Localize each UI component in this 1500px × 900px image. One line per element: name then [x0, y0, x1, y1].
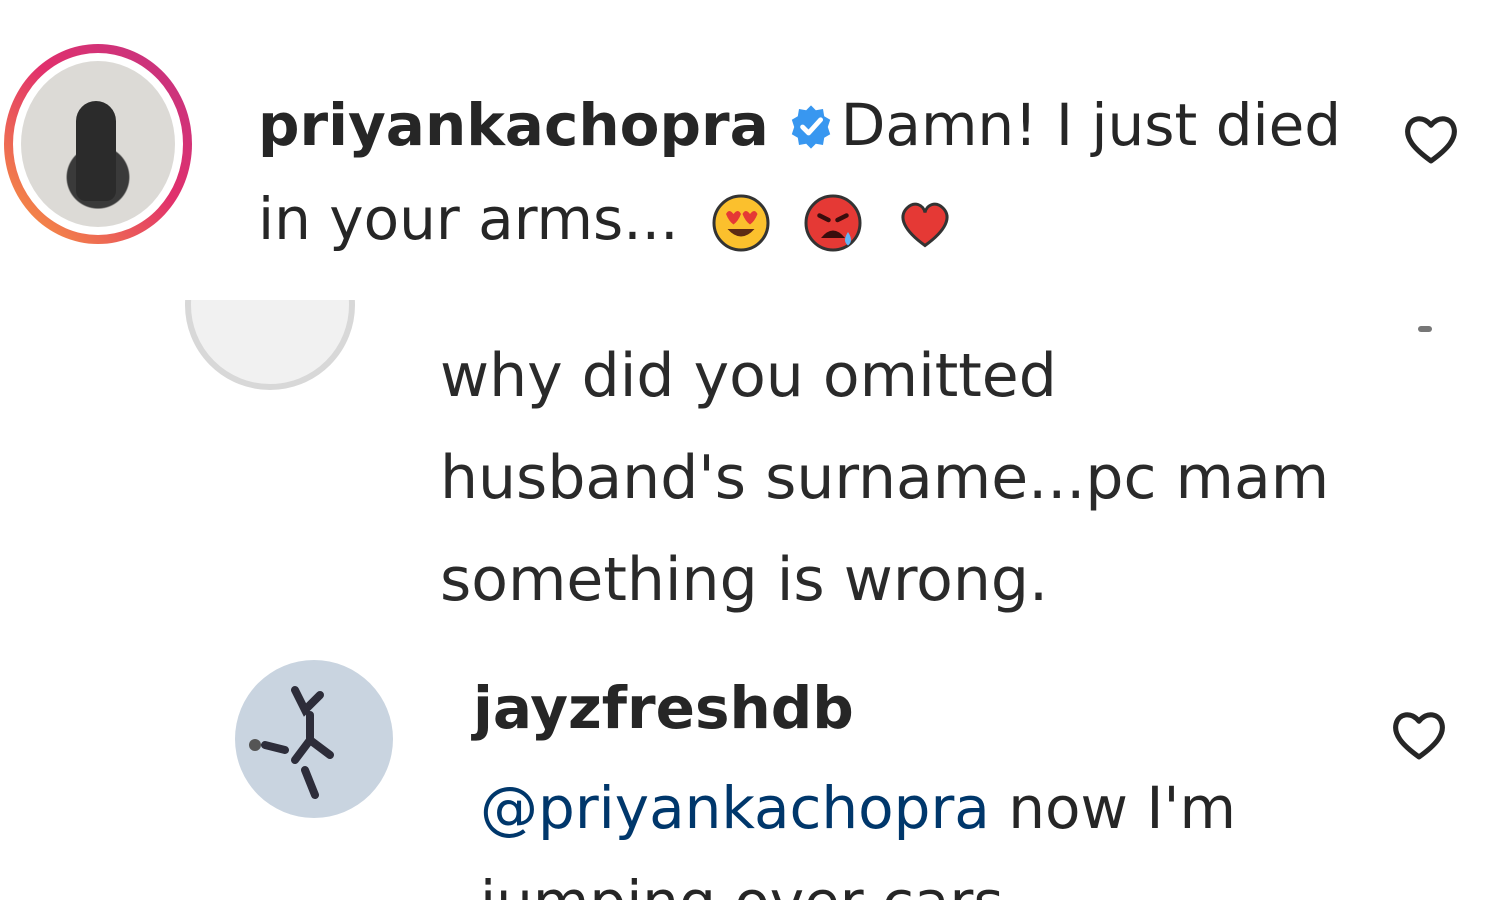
comment-body: priyankachopra Damn! I just died in your… — [258, 78, 1358, 266]
comment-text: why did you omitted husband's surname...… — [440, 341, 1330, 615]
more-options-icon[interactable] — [1418, 326, 1432, 332]
mention-link[interactable]: @priyankachopra — [480, 774, 990, 842]
comment-username[interactable]: jayzfreshdb — [473, 668, 854, 748]
comment-item-1: priyankachopra Damn! I just died in your… — [0, 0, 1500, 270]
heart-eyes-emoji-icon — [712, 194, 770, 252]
comment-username[interactable]: priyankachopra — [258, 91, 769, 159]
comment-body: @priyankachopra now I'm — [480, 760, 1380, 856]
story-ring-avatar[interactable] — [4, 44, 192, 244]
avatar[interactable] — [185, 300, 355, 400]
like-heart-icon[interactable] — [1388, 706, 1450, 762]
avatar-sketch-icon — [249, 686, 334, 799]
avatar — [21, 61, 175, 227]
crying-face-emoji-icon — [804, 194, 862, 252]
like-heart-icon[interactable] — [1400, 110, 1462, 166]
comment-text: now I'm — [1008, 774, 1236, 842]
avatar[interactable] — [235, 660, 393, 818]
verified-badge-icon — [791, 105, 830, 149]
comment-text-continued: jumping over cars — [480, 862, 1004, 900]
red-heart-emoji-icon — [901, 202, 948, 248]
